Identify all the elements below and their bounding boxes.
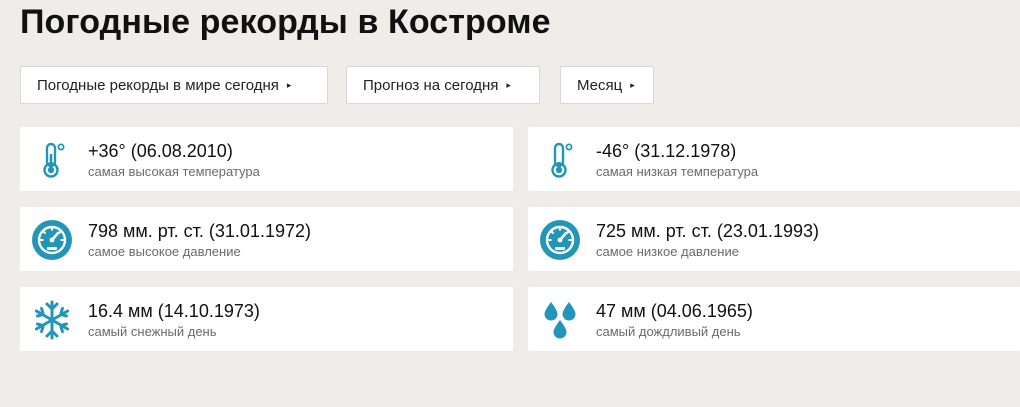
record-card-max-temperature: +36° (06.08.2010) самая высокая температ… — [20, 127, 513, 191]
record-label: самое низкое давление — [596, 244, 739, 259]
record-value: 47 мм (04.06.1965) — [596, 301, 753, 321]
caret-right-icon: ▸ — [630, 79, 635, 90]
caret-right-icon: ▸ — [286, 79, 292, 90]
record-label: самая высокая температура — [88, 164, 260, 179]
record-card-min-pressure: 725 мм. рт. ст. (23.01.1993) самое низко… — [528, 207, 1020, 271]
record-card-max-pressure: 798 мм. рт. ст. (31.01.1972) самое высок… — [20, 207, 513, 271]
record-card-snowiest-day: 16.4 мм (14.10.1973) самый снежный день — [20, 287, 513, 351]
raindrops-icon — [538, 298, 582, 342]
record-card-rainiest-day: 47 мм (04.06.1965) самый дождливый день — [528, 287, 1020, 351]
record-value: +36° (06.08.2010) — [88, 141, 233, 161]
record-value: 16.4 мм (14.10.1973) — [88, 301, 260, 321]
forecast-today-label: Прогноз на сегодня — [363, 76, 499, 94]
month-button[interactable]: Месяц ▸ — [560, 66, 654, 104]
record-card-min-temperature: -46° (31.12.1978) самая низкая температу… — [528, 127, 1020, 191]
world-records-button[interactable]: Погодные рекорды в мире сегодня ▸ — [20, 66, 328, 104]
forecast-today-button[interactable]: Прогноз на сегодня ▸ — [346, 66, 540, 104]
page-title: Погодные рекорды в Костроме — [20, 3, 551, 41]
record-value: -46° (31.12.1978) — [596, 141, 737, 161]
record-label: самое высокое давление — [88, 244, 241, 259]
month-label: Месяц — [577, 76, 623, 94]
snowflake-icon — [30, 298, 74, 342]
barometer-icon — [538, 218, 582, 262]
record-label: самый дождливый день — [596, 324, 741, 339]
barometer-icon — [30, 218, 74, 262]
record-label: самый снежный день — [88, 324, 217, 339]
thermometer-icon — [538, 138, 582, 182]
world-records-label: Погодные рекорды в мире сегодня — [37, 76, 279, 94]
record-value: 725 мм. рт. ст. (23.01.1993) — [596, 221, 819, 241]
record-label: самая низкая температура — [596, 164, 759, 179]
thermometer-icon — [30, 138, 74, 182]
record-value: 798 мм. рт. ст. (31.01.1972) — [88, 221, 311, 241]
caret-right-icon: ▸ — [506, 79, 511, 90]
